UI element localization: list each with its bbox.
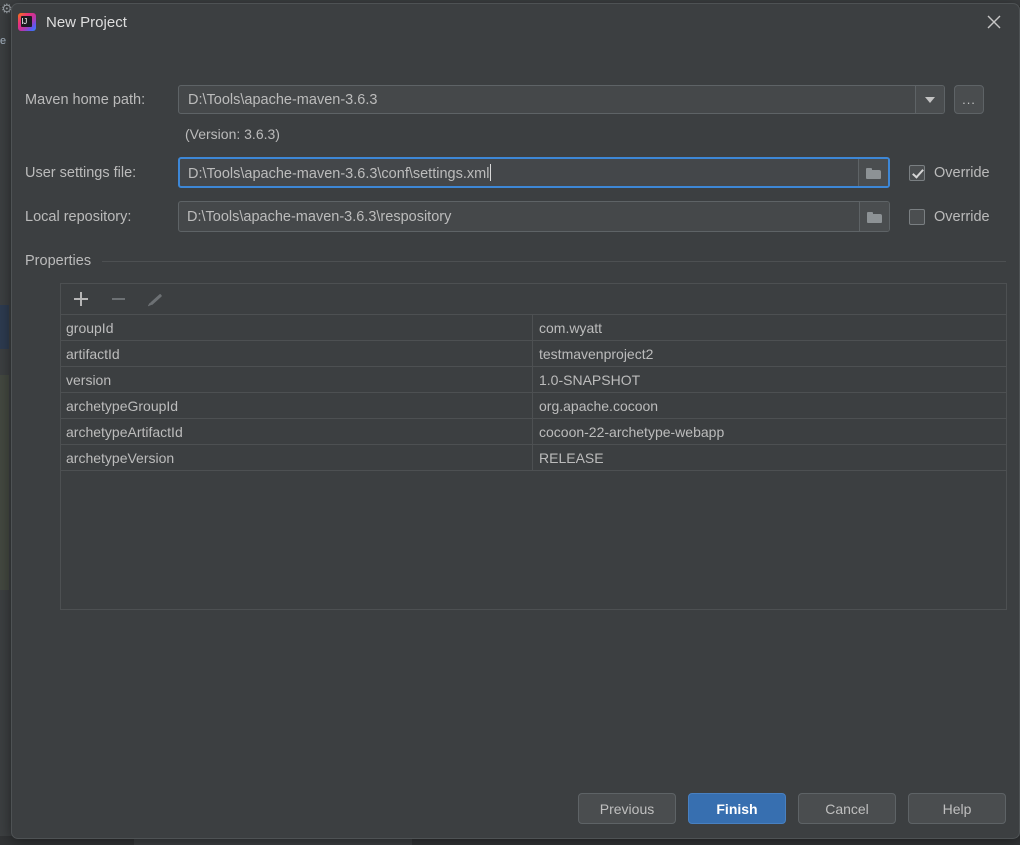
property-key-cell[interactable]: archetypeGroupId bbox=[61, 393, 533, 418]
dialog-footer: Previous Finish Cancel Help bbox=[578, 793, 1006, 824]
intellij-idea-logo-icon bbox=[18, 13, 36, 31]
dialog-titlebar: New Project bbox=[12, 4, 1019, 40]
chevron-down-icon[interactable] bbox=[915, 86, 944, 113]
pencil-glyph bbox=[148, 292, 163, 307]
maven-home-path-value[interactable]: D:\Tools\apache-maven-3.6.3 bbox=[179, 86, 915, 113]
folder-icon bbox=[866, 167, 881, 179]
properties-group-title: Properties bbox=[25, 253, 92, 269]
maven-home-path-label: Maven home path: bbox=[25, 91, 146, 108]
user-settings-override-label: Override bbox=[934, 164, 990, 181]
user-settings-file-value[interactable]: D:\Tools\apache-maven-3.6.3\conf\setting… bbox=[180, 163, 858, 182]
plus-glyph bbox=[74, 292, 88, 306]
ide-left-selected-tab bbox=[0, 305, 9, 349]
user-settings-override-checkbox[interactable]: Override bbox=[909, 164, 990, 181]
pencil-icon[interactable] bbox=[146, 290, 164, 308]
close-icon[interactable] bbox=[981, 10, 1007, 34]
maven-version-note-row: (Version: 3.6.3) bbox=[25, 126, 1006, 142]
local-repository-input[interactable]: D:\Tools\apache-maven-3.6.3\respository bbox=[178, 201, 890, 232]
ide-left-label: e bbox=[0, 35, 7, 47]
properties-group-line bbox=[102, 260, 1006, 262]
plus-icon[interactable] bbox=[72, 290, 90, 308]
user-settings-file-label: User settings file: bbox=[25, 164, 137, 181]
property-value-cell[interactable]: testmavenproject2 bbox=[533, 341, 1006, 366]
user-settings-browse-button[interactable] bbox=[858, 159, 888, 186]
cancel-button[interactable]: Cancel bbox=[798, 793, 896, 824]
checkbox-unchecked-icon[interactable] bbox=[909, 208, 925, 225]
property-value-cell[interactable]: cocoon-22-archetype-webapp bbox=[533, 419, 1006, 444]
property-key-cell[interactable]: version bbox=[61, 367, 533, 392]
ide-left-editor-strip bbox=[0, 375, 9, 590]
minus-icon[interactable] bbox=[109, 290, 127, 308]
local-repository-label: Local repository: bbox=[25, 208, 132, 225]
maven-home-path-combobox[interactable]: D:\Tools\apache-maven-3.6.3 bbox=[178, 85, 945, 114]
table-row[interactable]: groupId com.wyatt bbox=[61, 315, 1006, 341]
help-button[interactable]: Help bbox=[908, 793, 1006, 824]
table-row[interactable]: version 1.0-SNAPSHOT bbox=[61, 367, 1006, 393]
table-row[interactable]: artifactId testmavenproject2 bbox=[61, 341, 1006, 367]
user-settings-file-row: User settings file: D:\Tools\apache-mave… bbox=[25, 157, 1006, 188]
text-caret bbox=[490, 163, 492, 181]
maven-version-note: (Version: 3.6.3) bbox=[185, 126, 280, 142]
local-repository-override-checkbox[interactable]: Override bbox=[909, 208, 990, 225]
property-key-cell[interactable]: archetypeVersion bbox=[61, 445, 533, 470]
dialog-content: Maven home path: D:\Tools\apache-maven-3… bbox=[12, 40, 1019, 838]
local-repository-override-label: Override bbox=[934, 208, 990, 225]
properties-table-toolbar bbox=[61, 284, 1006, 315]
property-value-cell[interactable]: RELEASE bbox=[533, 445, 1006, 470]
minus-glyph bbox=[111, 298, 125, 300]
user-settings-file-input[interactable]: D:\Tools\apache-maven-3.6.3\conf\setting… bbox=[178, 157, 890, 188]
property-key-cell[interactable]: archetypeArtifactId bbox=[61, 419, 533, 444]
properties-table: groupId com.wyatt artifactId testmavenproje… bbox=[61, 315, 1006, 471]
table-row[interactable]: archetypeGroupId org.apache.cocoon bbox=[61, 393, 1006, 419]
chevron-down-glyph bbox=[925, 96, 935, 103]
checkbox-checked-icon[interactable] bbox=[909, 164, 925, 181]
maven-home-path-row: Maven home path: D:\Tools\apache-maven-3… bbox=[25, 85, 1006, 114]
property-value-cell[interactable]: 1.0-SNAPSHOT bbox=[533, 367, 1006, 392]
previous-button[interactable]: Previous bbox=[578, 793, 676, 824]
local-repository-row: Local repository: D:\Tools\apache-maven-… bbox=[25, 201, 1006, 232]
property-value-cell[interactable]: org.apache.cocoon bbox=[533, 393, 1006, 418]
maven-home-browse-button[interactable]: ... bbox=[954, 85, 984, 114]
local-repository-browse-button[interactable] bbox=[859, 202, 889, 231]
properties-table-panel: groupId com.wyatt artifactId testmavenproje… bbox=[60, 283, 1007, 610]
table-row[interactable]: archetypeArtifactId cocoon-22-archetype-w… bbox=[61, 419, 1006, 445]
dialog-title: New Project bbox=[46, 13, 127, 31]
table-row[interactable]: archetypeVersion RELEASE bbox=[61, 445, 1006, 471]
property-key-cell[interactable]: groupId bbox=[61, 315, 533, 340]
finish-button[interactable]: Finish bbox=[688, 793, 786, 824]
folder-icon bbox=[867, 211, 882, 223]
properties-group-separator: Properties bbox=[25, 253, 1006, 269]
property-value-cell[interactable]: com.wyatt bbox=[533, 315, 1006, 340]
property-key-cell[interactable]: artifactId bbox=[61, 341, 533, 366]
new-project-dialog: New Project Maven home path: D:\Tools\ap… bbox=[11, 3, 1020, 839]
user-settings-file-text: D:\Tools\apache-maven-3.6.3\conf\setting… bbox=[188, 165, 490, 182]
local-repository-value[interactable]: D:\Tools\apache-maven-3.6.3\respository bbox=[179, 209, 859, 225]
